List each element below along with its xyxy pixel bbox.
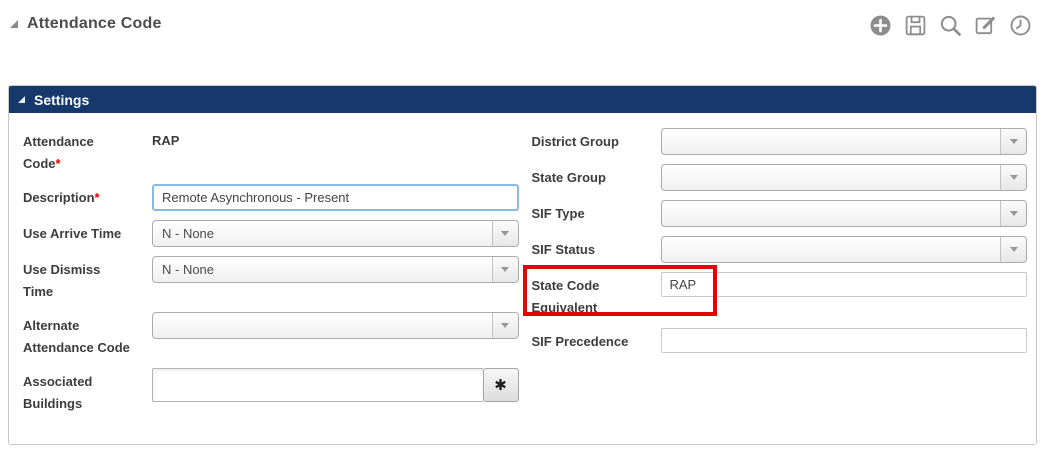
- dropdown-arrow-button[interactable]: [1000, 237, 1026, 262]
- field-row-district-group: District Group: [532, 128, 1028, 155]
- associated-buildings-input[interactable]: [152, 368, 483, 402]
- field-row-attendance-code: Attendance Code* RAP: [23, 128, 519, 175]
- sif-precedence-label: SIF Precedence: [532, 328, 642, 353]
- search-icon: [939, 14, 962, 37]
- page-header: Attendance Code: [0, 0, 1044, 37]
- field-row-description: Description*: [23, 184, 519, 211]
- settings-panel-header[interactable]: Settings: [9, 86, 1036, 113]
- search-button[interactable]: [939, 14, 962, 37]
- state-code-equivalent-input[interactable]: [661, 272, 1028, 297]
- dropdown-arrow-button[interactable]: [492, 221, 518, 246]
- clock-icon: [1009, 14, 1032, 37]
- chevron-down-icon: [1010, 211, 1018, 216]
- chevron-down-icon: [501, 231, 509, 236]
- chevron-down-icon: [501, 267, 509, 272]
- chevron-down-icon: [1010, 247, 1018, 252]
- sif-type-select[interactable]: [661, 200, 1028, 227]
- edit-button[interactable]: [974, 14, 997, 37]
- sif-precedence-input[interactable]: [661, 328, 1028, 353]
- right-column: District Group State Group: [532, 128, 1028, 424]
- state-group-label: State Group: [532, 164, 642, 189]
- attendance-code-value: RAP: [152, 128, 519, 148]
- edit-icon: [974, 14, 997, 37]
- field-row-use-arrive-time: Use Arrive Time N - None: [23, 220, 519, 247]
- settings-collapse-triangle-icon: [18, 96, 25, 103]
- page-title: Attendance Code: [27, 15, 162, 33]
- multi-select-picker-button[interactable]: ✱: [483, 368, 519, 402]
- use-arrive-time-select[interactable]: N - None: [152, 220, 519, 247]
- state-group-select[interactable]: [661, 164, 1028, 191]
- attendance-code-label: Attendance Code*: [23, 128, 133, 175]
- required-mark: *: [95, 190, 100, 205]
- state-code-equivalent-label: State Code Equivalent: [532, 272, 642, 319]
- field-row-sif-precedence: SIF Precedence: [532, 328, 1028, 353]
- save-button[interactable]: [904, 14, 927, 37]
- settings-panel-title: Settings: [34, 92, 89, 108]
- collapse-triangle-icon[interactable]: [10, 20, 18, 28]
- associated-buildings-label: Associated Buildings: [23, 368, 133, 415]
- use-arrive-time-label: Use Arrive Time: [23, 220, 133, 245]
- history-button[interactable]: [1009, 14, 1032, 37]
- add-button[interactable]: [869, 14, 892, 37]
- dropdown-arrow-button[interactable]: [1000, 201, 1026, 226]
- required-mark: *: [56, 156, 61, 171]
- field-row-state-group: State Group: [532, 164, 1028, 191]
- field-row-state-code-equivalent: State Code Equivalent: [532, 272, 1028, 319]
- sif-status-label: SIF Status: [532, 236, 642, 261]
- left-column: Attendance Code* RAP Description* Use Ar…: [23, 128, 519, 424]
- district-group-label: District Group: [532, 128, 642, 153]
- use-dismiss-time-select[interactable]: N - None: [152, 256, 519, 283]
- toolbar: [869, 12, 1032, 37]
- dropdown-arrow-button[interactable]: [492, 313, 518, 338]
- field-row-sif-status: SIF Status: [532, 236, 1028, 263]
- field-row-alternate-attendance-code: Alternate Attendance Code: [23, 312, 519, 359]
- field-row-sif-type: SIF Type: [532, 200, 1028, 227]
- chevron-down-icon: [1010, 175, 1018, 180]
- sif-type-label: SIF Type: [532, 200, 642, 225]
- settings-panel: Settings Attendance Code* RAP Descriptio…: [8, 85, 1037, 445]
- save-icon: [904, 14, 927, 37]
- field-row-associated-buildings: Associated Buildings ✱: [23, 368, 519, 415]
- district-group-select[interactable]: [661, 128, 1028, 155]
- alternate-attendance-code-label: Alternate Attendance Code: [23, 312, 133, 359]
- use-dismiss-time-label: Use Dismiss Time: [23, 256, 133, 303]
- alternate-attendance-code-select[interactable]: [152, 312, 519, 339]
- description-input[interactable]: [152, 184, 519, 211]
- add-icon: [869, 14, 892, 37]
- asterisk-icon: ✱: [494, 377, 507, 394]
- description-label: Description*: [23, 184, 133, 209]
- field-row-use-dismiss-time: Use Dismiss Time N - None: [23, 256, 519, 303]
- chevron-down-icon: [1010, 139, 1018, 144]
- sif-status-select[interactable]: [661, 236, 1028, 263]
- dropdown-arrow-button[interactable]: [1000, 129, 1026, 154]
- chevron-down-icon: [501, 323, 509, 328]
- dropdown-arrow-button[interactable]: [492, 257, 518, 282]
- dropdown-arrow-button[interactable]: [1000, 165, 1026, 190]
